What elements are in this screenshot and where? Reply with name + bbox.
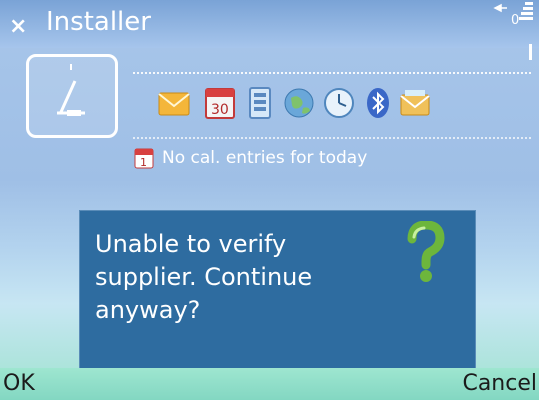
calendar-status-row[interactable]: 1 No cal. entries for today (134, 145, 367, 171)
analog-clock-widget[interactable] (26, 54, 118, 138)
clock-hands-icon (57, 64, 85, 116)
svg-text:30: 30 (211, 102, 229, 118)
signal-strength-icon: 0 (493, 2, 533, 60)
close-icon[interactable]: × (9, 14, 27, 39)
ok-softkey[interactable]: OK (3, 371, 35, 396)
calendar-small-icon: 1 (134, 148, 154, 169)
calendar-status-text: No cal. entries for today (162, 148, 368, 168)
app-title: Installer (46, 7, 151, 37)
email-icon[interactable] (399, 86, 431, 120)
divider (133, 72, 531, 74)
cancel-softkey[interactable]: Cancel (462, 371, 537, 396)
bluetooth-icon[interactable] (362, 86, 394, 120)
softkey-bar: OK Cancel (0, 368, 539, 400)
calendar-icon[interactable]: 30 (204, 86, 236, 120)
svg-text:0: 0 (511, 13, 519, 28)
globe-icon[interactable] (283, 86, 315, 120)
svg-text:1: 1 (140, 156, 147, 169)
clock-icon[interactable] (323, 86, 355, 120)
messaging-icon[interactable] (158, 86, 190, 120)
title-bar: × Installer 0 (0, 0, 539, 60)
divider (133, 137, 531, 139)
dialog-message: Unable to verify supplier. Continue anyw… (95, 230, 313, 324)
contacts-icon[interactable] (244, 86, 276, 120)
question-icon (407, 221, 445, 282)
confirmation-dialog: Unable to verify supplier. Continue anyw… (79, 210, 476, 372)
